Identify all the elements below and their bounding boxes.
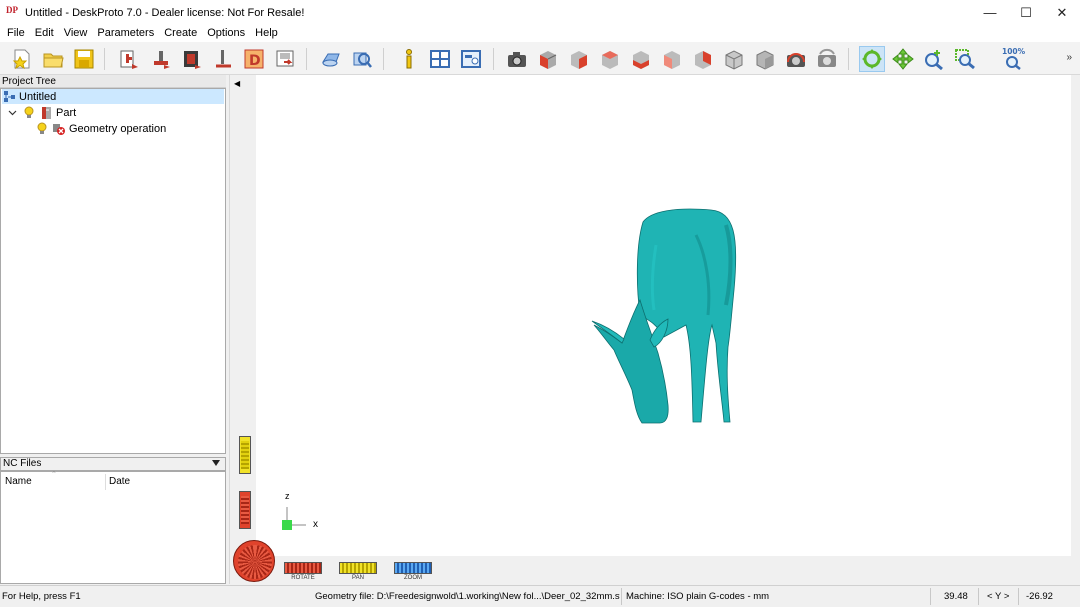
3d-viewport[interactable]: z x <box>256 75 1071 556</box>
menu-edit[interactable]: Edit <box>30 25 59 42</box>
status-geometry-file: Geometry file: D:\Freedesignwold\1.worki… <box>315 591 620 602</box>
view-front-icon[interactable] <box>566 46 592 72</box>
tree-item-label: Part <box>56 106 77 119</box>
nc-files-title: NC Files <box>3 458 42 469</box>
svg-text:D: D <box>249 53 261 69</box>
info-icon[interactable] <box>396 46 422 72</box>
preview-icon[interactable] <box>349 46 375 72</box>
rotate-wheel-horizontal[interactable] <box>284 562 322 574</box>
nc-files-header[interactable]: NC Files <box>0 457 226 471</box>
minimize-button[interactable]: — <box>972 0 1008 25</box>
view-rotate-icon[interactable] <box>783 46 809 72</box>
project-tree-title: Project Tree <box>0 75 226 88</box>
status-machine: Machine: ISO plain G-codes - mm <box>626 591 770 602</box>
pan-label: PAN <box>352 575 364 581</box>
axis-x-label: x <box>313 519 318 530</box>
part-params-icon[interactable] <box>148 46 174 72</box>
operation-params-icon[interactable] <box>179 46 205 72</box>
project-tree: Untitled Part Geometry operation <box>0 88 226 454</box>
status-coordinate-value-1: 39.48 <box>944 591 968 602</box>
rotate-wheel-vertical[interactable] <box>239 491 251 529</box>
window-title: Untitled - DeskProto 7.0 - Dealer licens… <box>25 6 305 19</box>
column-header-name[interactable]: Name <box>5 474 32 490</box>
pan-wheel-horizontal[interactable] <box>339 562 377 574</box>
properties-icon[interactable] <box>458 46 484 72</box>
zoom-window-icon[interactable] <box>952 46 978 72</box>
tree-item-part[interactable]: Part <box>5 105 76 120</box>
view-back-icon[interactable] <box>721 46 747 72</box>
lightbulb-icon[interactable] <box>35 122 49 136</box>
view-default-icon[interactable] <box>752 46 778 72</box>
rotate-dial[interactable] <box>233 540 275 582</box>
viewport-bottom-controls: ROTATE PAN ZOOM <box>256 556 1071 584</box>
menu-view[interactable]: View <box>59 25 93 42</box>
zoom-wheel-horizontal[interactable] <box>394 562 432 574</box>
rotate-label: ROTATE <box>291 575 315 581</box>
toolbar: D 100% » <box>0 42 1080 75</box>
save-icon[interactable] <box>71 46 97 72</box>
collapse-left-icon[interactable]: ◀ <box>234 79 240 88</box>
drawing-icon[interactable]: D <box>241 46 267 72</box>
project-icon <box>2 90 16 104</box>
export-icon[interactable] <box>272 46 298 72</box>
menu-options[interactable]: Options <box>202 25 250 42</box>
lightbulb-icon[interactable] <box>22 106 36 120</box>
column-header-date[interactable]: Date <box>109 474 130 490</box>
zoom-in-icon[interactable] <box>921 46 947 72</box>
rotate-view-icon[interactable] <box>859 46 885 72</box>
layout-icon[interactable] <box>427 46 453 72</box>
svg-text:100%: 100% <box>1002 47 1026 56</box>
part-icon <box>39 106 53 120</box>
tree-item-project[interactable]: Untitled <box>2 89 224 104</box>
viewport-control-strip: ◀ <box>229 75 256 584</box>
nc-files-list[interactable]: Name Date ⌃ <box>0 471 226 584</box>
view-bottom-icon[interactable] <box>659 46 685 72</box>
new-project-icon[interactable] <box>9 46 35 72</box>
toolbar-overflow-button[interactable]: » <box>1066 52 1072 63</box>
chevron-down-icon[interactable] <box>5 106 19 120</box>
open-folder-icon[interactable] <box>40 46 66 72</box>
project-params-icon[interactable] <box>116 46 142 72</box>
simulation-icon[interactable] <box>318 46 344 72</box>
view-right-icon[interactable] <box>597 46 623 72</box>
zoom-100-icon[interactable]: 100% <box>998 46 1028 72</box>
tree-item-label: Geometry operation <box>69 122 167 135</box>
status-help: For Help, press F1 <box>2 591 81 602</box>
view-left-icon[interactable] <box>690 46 716 72</box>
deer-model <box>591 208 737 424</box>
menu-parameters[interactable]: Parameters <box>92 25 159 42</box>
dropdown-arrow-icon[interactable] <box>211 459 221 471</box>
camera-icon[interactable] <box>504 46 530 72</box>
pan-view-icon[interactable] <box>890 46 916 72</box>
app-logo-icon: DP <box>6 4 18 15</box>
view-iso-front-icon[interactable] <box>535 46 561 72</box>
pan-wheel-vertical[interactable] <box>239 436 251 474</box>
menu-file[interactable]: File <box>2 25 30 42</box>
view-refresh-icon[interactable] <box>814 46 840 72</box>
operation-error-icon <box>52 122 66 136</box>
axis-z-label: z <box>285 491 290 501</box>
maximize-button[interactable]: ☐ <box>1008 0 1044 25</box>
status-axis-selector[interactable]: < Y > <box>987 586 1009 607</box>
sort-indicator-icon: ⌃ <box>51 471 57 478</box>
axis-indicator <box>282 507 306 530</box>
title-bar: DP Untitled - DeskProto 7.0 - Dealer lic… <box>0 0 1080 25</box>
menu-help[interactable]: Help <box>250 25 283 42</box>
zoom-label: ZOOM <box>404 575 422 581</box>
view-top-icon[interactable] <box>628 46 654 72</box>
tree-item-label: Untitled <box>19 90 57 103</box>
viewport-right-strip <box>1071 75 1080 584</box>
close-button[interactable]: ✕ <box>1044 0 1080 25</box>
status-bar: For Help, press F1 Geometry file: D:\Fre… <box>0 585 1080 607</box>
status-coordinate-value-2: -26.92 <box>1026 591 1053 602</box>
menu-bar: File Edit View Parameters Create Options… <box>0 25 1080 42</box>
cutter-icon[interactable] <box>210 46 236 72</box>
tree-item-geometry-operation[interactable]: Geometry operation <box>35 121 166 136</box>
menu-create[interactable]: Create <box>159 25 202 42</box>
